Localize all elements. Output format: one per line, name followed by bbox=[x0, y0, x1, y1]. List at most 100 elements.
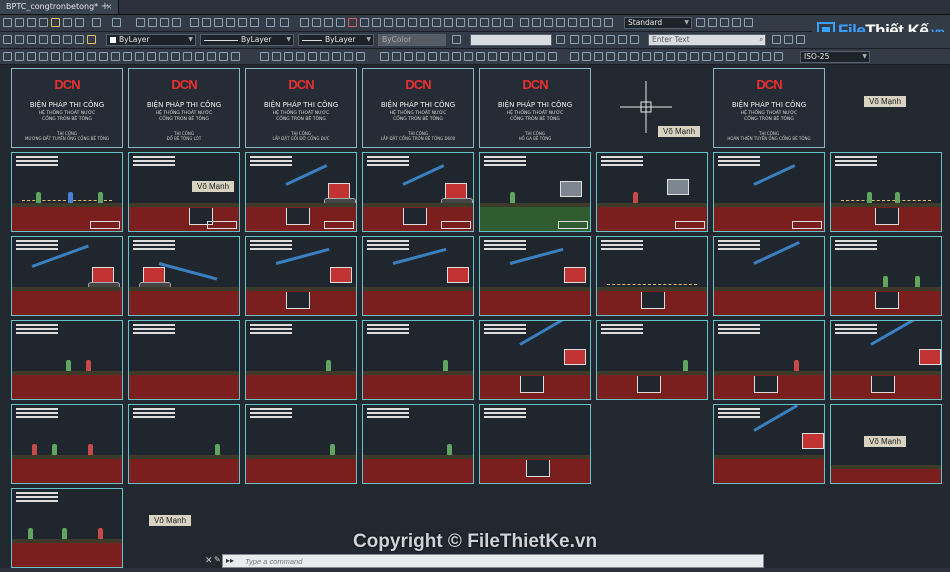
spline-icon[interactable] bbox=[396, 18, 405, 27]
dim-style-select[interactable]: ISO-25 ▼ bbox=[800, 51, 870, 63]
dimension-continue-icon[interactable] bbox=[123, 52, 132, 61]
rotate-icon[interactable] bbox=[592, 18, 601, 27]
table-style-icon[interactable] bbox=[720, 18, 729, 27]
help-icon[interactable] bbox=[280, 18, 289, 27]
plot-icon[interactable] bbox=[51, 18, 60, 27]
zoom-realtime-icon[interactable] bbox=[148, 18, 157, 27]
drawing-sheet[interactable] bbox=[479, 320, 591, 400]
ucs-object-icon[interactable] bbox=[618, 52, 627, 61]
drawing-sheet[interactable] bbox=[713, 236, 825, 316]
match-properties-icon[interactable] bbox=[452, 35, 461, 44]
cover-sheet-3[interactable]: DCN BIỆN PHÁP THI CÔNG HỆ THỐNG THOÁT NƯ… bbox=[245, 68, 357, 148]
lineweight-select[interactable]: ByLayer ▼ bbox=[298, 34, 374, 46]
preview-icon[interactable] bbox=[63, 18, 72, 27]
trim-icon[interactable] bbox=[272, 52, 281, 61]
snap-midpoint-icon[interactable] bbox=[392, 52, 401, 61]
fillet-icon[interactable] bbox=[344, 52, 353, 61]
layer-off-icon[interactable] bbox=[63, 35, 72, 44]
drawing-sheet[interactable] bbox=[245, 404, 357, 484]
dimension-radius-icon[interactable] bbox=[51, 52, 60, 61]
ucs-zaxis-icon[interactable] bbox=[654, 52, 663, 61]
drawing-sheet[interactable] bbox=[128, 152, 240, 232]
text-bold-icon[interactable] bbox=[594, 35, 603, 44]
tool-palettes-icon[interactable] bbox=[214, 18, 223, 27]
new-icon[interactable] bbox=[3, 18, 12, 27]
drawing-sheet[interactable] bbox=[479, 152, 591, 232]
ucs-previous-icon[interactable] bbox=[594, 52, 603, 61]
center-mark-icon[interactable] bbox=[171, 52, 180, 61]
snap-nearest-icon[interactable] bbox=[524, 52, 533, 61]
drawing-sheet[interactable] bbox=[11, 404, 123, 484]
ucs-3point-icon[interactable] bbox=[666, 52, 675, 61]
insert-block-icon[interactable] bbox=[420, 18, 429, 27]
properties-icon[interactable] bbox=[190, 18, 199, 27]
layer-previous-icon[interactable] bbox=[27, 35, 36, 44]
text-find-icon[interactable] bbox=[630, 35, 639, 44]
viewport-icon[interactable] bbox=[744, 18, 753, 27]
cover-sheet-1[interactable]: DCN BIỆN PHÁP THI CÔNG HỆ THỐNG THOÁT NƯ… bbox=[11, 68, 123, 148]
command-line[interactable]: ▸▸ bbox=[222, 554, 764, 568]
text-font-icon[interactable] bbox=[582, 35, 591, 44]
open-icon[interactable] bbox=[15, 18, 24, 27]
ucs-origin-icon[interactable] bbox=[642, 52, 651, 61]
hatch-icon[interactable] bbox=[456, 18, 465, 27]
view-icon[interactable] bbox=[738, 52, 747, 61]
array-icon[interactable] bbox=[568, 18, 577, 27]
dimension-text-edit-icon[interactable] bbox=[219, 52, 228, 61]
pan-icon[interactable] bbox=[136, 18, 145, 27]
drawing-sheet[interactable] bbox=[830, 236, 942, 316]
ucs-icon[interactable] bbox=[570, 52, 579, 61]
undo-icon[interactable] bbox=[92, 18, 101, 27]
dimension-baseline-icon[interactable] bbox=[111, 52, 120, 61]
drawing-sheet[interactable] bbox=[11, 152, 123, 232]
drawing-sheet[interactable] bbox=[596, 320, 708, 400]
layer-freeze-icon[interactable] bbox=[75, 35, 84, 44]
mirror-icon[interactable] bbox=[544, 18, 553, 27]
layer-match-icon[interactable] bbox=[39, 35, 48, 44]
dim-style-icon[interactable] bbox=[708, 18, 717, 27]
markup-icon[interactable] bbox=[238, 18, 247, 27]
region-icon[interactable] bbox=[480, 18, 489, 27]
command-input[interactable] bbox=[245, 555, 745, 567]
ucs-world-icon[interactable] bbox=[582, 52, 591, 61]
redo-icon[interactable] bbox=[112, 18, 121, 27]
snap-apparent-icon[interactable] bbox=[416, 52, 425, 61]
chamfer-icon[interactable] bbox=[332, 52, 341, 61]
named-views-icon[interactable] bbox=[750, 52, 759, 61]
ucs-x-icon[interactable] bbox=[678, 52, 687, 61]
construction-line-icon[interactable] bbox=[312, 18, 321, 27]
polyline-icon[interactable] bbox=[324, 18, 333, 27]
save-as-icon[interactable] bbox=[39, 18, 48, 27]
drawing-sheet[interactable] bbox=[362, 236, 474, 316]
snap-extension-icon[interactable] bbox=[428, 52, 437, 61]
plot-style-select[interactable]: ByColor bbox=[378, 34, 446, 46]
extend-icon[interactable] bbox=[284, 52, 293, 61]
text-style-icon[interactable] bbox=[696, 18, 705, 27]
drawing-sheet[interactable] bbox=[362, 152, 474, 232]
design-center-icon[interactable] bbox=[202, 18, 211, 27]
cover-sheet-4[interactable]: DCN BIỆN PHÁP THI CÔNG HỆ THỐNG THOÁT NƯ… bbox=[362, 68, 474, 148]
make-block-icon[interactable] bbox=[432, 18, 441, 27]
move-icon[interactable] bbox=[580, 18, 589, 27]
drawing-sheet[interactable] bbox=[362, 320, 474, 400]
save-icon[interactable] bbox=[27, 18, 36, 27]
scale-icon[interactable] bbox=[604, 18, 613, 27]
layer-isolate-icon[interactable] bbox=[51, 35, 60, 44]
copy-icon[interactable] bbox=[532, 18, 541, 27]
text-align-icon[interactable] bbox=[618, 35, 627, 44]
drawing-sheet[interactable] bbox=[713, 320, 825, 400]
cover-sheet-6[interactable]: DCN BIỆN PHÁP THI CÔNG HỆ THỐNG THOÁT NƯ… bbox=[713, 68, 825, 148]
osnap-settings-icon[interactable] bbox=[548, 52, 557, 61]
text-height-icon[interactable] bbox=[570, 35, 579, 44]
zoom-previous-icon[interactable] bbox=[172, 18, 181, 27]
snap-center-icon[interactable] bbox=[440, 52, 449, 61]
sheet-set-icon[interactable] bbox=[226, 18, 235, 27]
dimension-update-icon[interactable] bbox=[231, 52, 240, 61]
line-icon[interactable] bbox=[300, 18, 309, 27]
snap-node-icon[interactable] bbox=[512, 52, 521, 61]
drawing-sheet[interactable] bbox=[713, 152, 825, 232]
dimension-jogged-icon[interactable] bbox=[63, 52, 72, 61]
quickcalc-icon[interactable] bbox=[250, 18, 259, 27]
offset-icon[interactable] bbox=[556, 18, 565, 27]
ellipse-icon[interactable] bbox=[408, 18, 417, 27]
